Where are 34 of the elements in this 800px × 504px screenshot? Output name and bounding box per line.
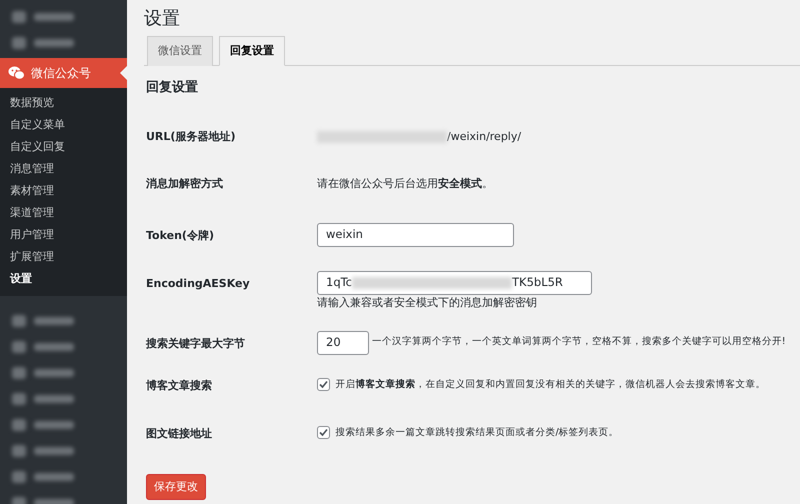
- help-text: 请输入兼容或者安全模式下的消息加解密密钥: [317, 294, 538, 311]
- text-field[interactable]: weixin: [317, 222, 514, 247]
- submenu-item[interactable]: 素材管理: [0, 180, 127, 202]
- instruction-text: 请在微信公众号后台选用安全模式。: [317, 176, 493, 192]
- key-field[interactable]: 1qTc TK5bL5R: [317, 270, 592, 295]
- submenu-item[interactable]: 扩展管理: [0, 246, 127, 268]
- submenu-item[interactable]: 用户管理: [0, 224, 127, 246]
- checkbox-label: 开启博客文章搜索，在自定义回复和内置回复没有相关的关键字，微信机器人会去搜索博客文章。: [336, 378, 766, 392]
- field-label: 搜索关键字最大字节: [146, 336, 246, 352]
- submenu-item[interactable]: 数据预览: [0, 92, 127, 114]
- number-field[interactable]: 20: [317, 330, 369, 355]
- menu-pointer: [120, 66, 127, 80]
- field-label: Token(令牌): [146, 228, 215, 244]
- section-title: 回复设置: [146, 79, 199, 98]
- save-button[interactable]: 保存更改: [146, 474, 206, 500]
- help-text: 一个汉字算两个字节，一个英文单词算两个字节，空格不算，搜索多个关键字可以用空格分开!: [372, 335, 786, 350]
- field-label: EncodingAESKey: [146, 276, 251, 292]
- submenu-item[interactable]: 自定义回复: [0, 136, 127, 158]
- submenu-item[interactable]: 自定义菜单: [0, 114, 127, 136]
- tab[interactable]: 微信设置: [147, 36, 213, 66]
- tab[interactable]: 回复设置: [219, 36, 285, 66]
- page-title: 设置: [144, 8, 181, 30]
- url-text: /weixin/reply/: [317, 128, 522, 146]
- checkbox-label: 搜索结果多余一篇文章跳转搜索结果页面或者分类/标签列表页。: [336, 426, 619, 440]
- field-label: 博客文章搜索: [146, 378, 213, 394]
- field-label: 图文链接地址: [146, 426, 213, 442]
- checkbox[interactable]: [317, 378, 330, 392]
- checkbox[interactable]: [317, 426, 330, 440]
- submenu-item[interactable]: 渠道管理: [0, 202, 127, 224]
- submenu-item[interactable]: 设置: [0, 268, 127, 290]
- chat-bubbles-icon: [8, 66, 25, 80]
- field-label: 消息加解密方式: [146, 176, 224, 192]
- field-label: URL(服务器地址): [146, 128, 236, 145]
- submenu-item[interactable]: 消息管理: [0, 158, 127, 180]
